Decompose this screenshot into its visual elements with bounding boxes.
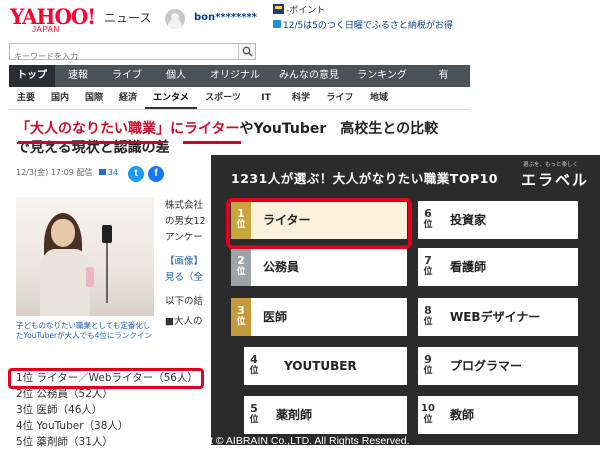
rank-card-8: 8位 WEBデザイナー [418,298,578,336]
headline-underline-1 [18,141,163,144]
category-tab-international[interactable]: 国際 [77,88,111,109]
rank-label: プログラマー [450,359,523,373]
avatar-icon[interactable] [165,9,185,29]
nav-tab-ranking[interactable]: ランキング [347,65,417,87]
search-icon [242,46,253,57]
nav-tab-individual[interactable]: 個人 [153,65,199,87]
nav-tab-paid[interactable]: 有 [417,65,470,87]
rank-label: 看護師 [450,260,487,274]
rank-label: 教師 [450,408,475,422]
rank-card-9: 9位 プログラマー [418,347,578,385]
site-header: YAHOO! JAPAN ニュース bon******** -ポイント 12/5… [0,0,470,38]
comment-count[interactable]: 34 [108,168,118,177]
logo-subtext: JAPAN [32,25,60,34]
body-line-3: アンケー [165,232,203,243]
nav-tab-top[interactable]: トップ [9,65,55,87]
username-link[interactable]: bon******** [194,12,257,23]
list-item: 3位 医師（46人） [16,404,103,416]
list-item: 4位 YouTuber（38人） [16,420,129,432]
search-box [9,43,256,64]
rank-badge: 2位 [231,248,251,286]
copyright-text: Copyright © AIBRAIN Co.,LTD. All Rights … [168,435,410,447]
tpoint-link[interactable]: -ポイント [273,3,325,16]
rank-card-10: 10 位 教師 [418,396,578,434]
body-line-after: 以下の結 [165,296,204,307]
rank-badge: 4位 [244,347,264,385]
rank-card-4: 4位 YOUTUBER [244,347,407,385]
top-rank-highlight-box [226,198,412,249]
category-nav: 主要 国内 国際 経済 エンタメ スポーツ IT 科学 ライフ 地域 [9,88,470,110]
rank-card-5: 5位 薬剤師 [244,396,407,434]
rank-badge: 10 位 [418,396,438,434]
category-tab-domestic[interactable]: 国内 [43,88,77,109]
yahoo-japan-logo[interactable]: YAHOO! JAPAN [10,4,102,38]
rank-label: YOUTUBER [284,359,357,373]
rank-label: 公務員 [263,260,300,274]
rank-label: WEBデザイナー [450,310,541,324]
article-headline: 「大人のなりたい職業」にライターやYouTuber 高校生との比較 で見える現状… [16,120,456,158]
body-bullet: ■大人の [165,316,203,327]
category-tab-entertainment[interactable]: エンタメ [145,88,197,109]
category-tab-it[interactable]: IT [249,88,283,109]
headline-underline-2 [183,141,241,144]
twitter-share-icon[interactable]: t [128,166,144,182]
section-label[interactable]: ニュース [104,9,151,26]
rank-badge: 7位 [418,248,438,286]
ranking-highlight-box [8,368,204,389]
rank-badge: 5位 [244,396,264,434]
rank-badge: 9位 [418,347,438,385]
notice-link[interactable]: 12/5は5のつく日曜でふるさと納税がお得 [273,18,453,31]
rank-badge: 3位 [231,298,251,336]
nav-tab-live[interactable]: ライブ [101,65,153,87]
rank-label: 医師 [263,310,288,324]
category-tab-life[interactable]: ライフ [319,88,361,109]
photo-caption[interactable]: 子どものなりたい職業としても定番化したYouTuberが大人でも4位にランクイン [16,321,156,341]
search-button[interactable] [238,44,255,59]
body-line-2: の男女12 [165,216,206,227]
category-tab-economy[interactable]: 経済 [111,88,145,109]
notice-text: 12/5は5のつく日曜でふるさと納税がお得 [283,21,453,31]
rank-card-7: 7位 看護師 [418,248,578,286]
article-photo[interactable] [16,197,154,316]
gallery-link[interactable]: 【画像】 [165,254,206,270]
primary-nav: トップ 速報 ライブ 個人 オリジナル みんなの意見 ランキング 有 [9,65,470,87]
rank-card-2: 2位 公務員 [231,248,407,286]
tpoint-label: -ポイント [286,6,326,16]
search-input[interactable] [10,49,235,64]
body-line-1: 株式会社 [165,200,204,211]
comment-icon[interactable] [98,169,106,175]
facebook-share-icon[interactable]: f [148,166,164,182]
tpoint-icon [273,4,284,14]
publish-date: 12/3(金) 17:09 配信 [16,168,93,177]
article-meta: 12/3(金) 17:09 配信 34 [16,167,118,178]
brand-tagline: 選ぶを、もっと楽しく [523,162,579,168]
nav-tab-original[interactable]: オリジナル [199,65,271,87]
rank-badge: 6位 [418,201,438,239]
rank-card-3: 3位 医師 [231,298,407,336]
category-tab-sports[interactable]: スポーツ [197,88,249,109]
headline-highlight: 「大人のなりたい職業」にライター [16,121,240,137]
rank-label: 投資家 [450,213,487,227]
rank-badge: 8位 [418,298,438,336]
category-tab-main[interactable]: 主要 [9,88,43,109]
headline-rest: やYouTuber 高校生との比較 [239,121,439,137]
category-tab-science[interactable]: 科学 [283,88,319,109]
nav-tab-breaking[interactable]: 速報 [55,65,101,87]
nav-tab-opinions[interactable]: みんなの意見 [271,65,347,87]
notice-icon [273,20,281,28]
rank-label: 薬剤師 [276,408,313,422]
infographic-title: 1231人が選ぶ！大人がなりたい職業TOP10 [231,171,498,186]
category-tab-region[interactable]: 地域 [361,88,397,109]
rank-card-6: 6位 投資家 [418,201,578,239]
erabel-logo: エラベル [521,171,590,189]
gallery-link-2[interactable]: 見る（全 [165,270,206,286]
article-body-visible: 株式会社 の男女12 アンケー 【画像】 見る（全 以下の結 ■大人の [165,198,206,330]
